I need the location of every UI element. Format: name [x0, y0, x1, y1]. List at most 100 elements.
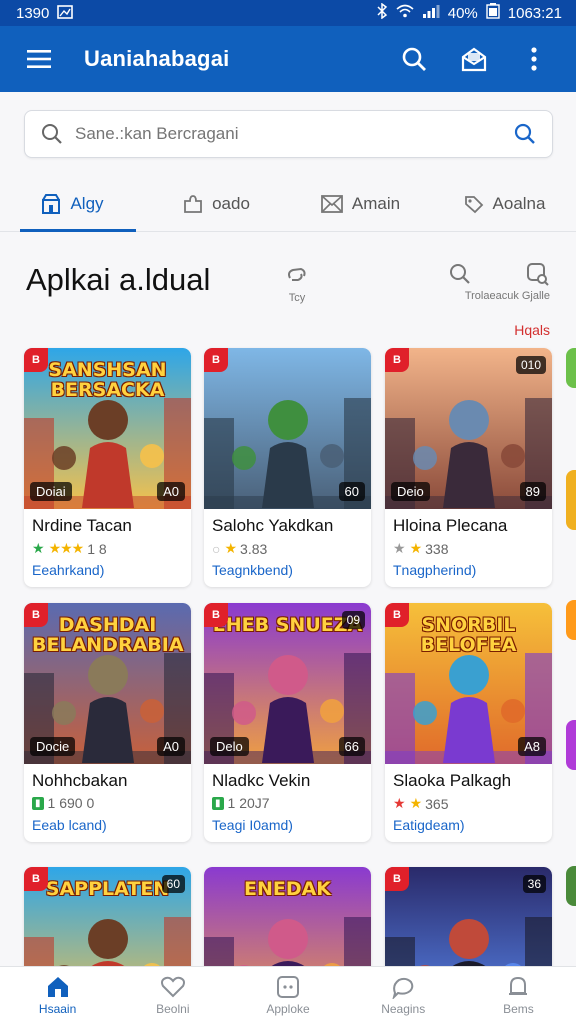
- nav-label: Bems: [503, 1002, 534, 1016]
- filter-search-icon: [527, 263, 549, 286]
- app-name: Nohhcbakan: [32, 771, 128, 790]
- app-thumbnail[interactable]: EHEB SNUEZA B 09 Delo 66: [204, 603, 371, 764]
- tab-label: Amain: [351, 193, 401, 213]
- peek-card: [566, 866, 576, 906]
- section-filter-button[interactable]: Trolaeacuk Gjalle: [450, 262, 550, 302]
- link-icon: [288, 267, 306, 281]
- search-submit-icon[interactable]: [514, 123, 536, 145]
- app-rating-value: 3.83: [240, 540, 268, 557]
- app-name: Hloina Plecana: [393, 516, 508, 535]
- thumbnail-top-label: 010: [515, 356, 546, 374]
- nav-label: Beolni: [156, 1002, 190, 1016]
- app-rating-value: 1 8: [87, 540, 107, 557]
- app-thumbnail[interactable]: DASHDAI BELANDRABIA B Docie A0: [24, 603, 191, 764]
- star-outline-icon: ○: [212, 540, 221, 557]
- section-tool-button[interactable]: Tcy: [284, 264, 310, 304]
- overflow-menu-button[interactable]: [512, 37, 556, 81]
- wifi-icon: [396, 4, 414, 22]
- app-icon: [277, 976, 299, 998]
- thumbnail-right-label: 66: [338, 737, 365, 756]
- app-thumbnail[interactable]: B 60: [204, 348, 371, 509]
- corner-badge: B: [24, 603, 48, 627]
- thumbnail-title: DASHDAI BELANDRABIA: [32, 614, 184, 656]
- category-tabs: Algy oado Amain Aoalna: [0, 176, 576, 232]
- thumbnail-right-label: A0: [157, 737, 185, 756]
- app-rating: ★ ★ 338: [393, 540, 448, 557]
- tab-label: Aoalna: [492, 193, 546, 213]
- app-bar: Uaniahabagai: [0, 26, 576, 92]
- nav-favorites[interactable]: Beolni: [115, 967, 230, 1024]
- app-link[interactable]: Eatigdeam): [393, 817, 465, 833]
- price-badge-icon: ▮: [212, 796, 224, 810]
- tab-mail[interactable]: Amain: [288, 176, 432, 231]
- corner-badge: B: [385, 603, 409, 627]
- app-card[interactable]: B 010 Deio 89 Hloina Plecana ★ ★ 338 Tnagp…: [385, 348, 552, 587]
- star-icon: ★: [393, 540, 406, 556]
- bluetooth-icon: [376, 2, 388, 23]
- app-link[interactable]: Eeab lcand): [32, 817, 107, 833]
- app-card[interactable]: B 60 Salohc Yakdkan ○ ★ 3.83 Teagnkbend): [204, 348, 371, 587]
- battery-icon: [486, 3, 500, 23]
- bottom-navigation: Hsaain Beolni Apploke Neagins Bems: [0, 966, 576, 1024]
- tab-label: Algy: [70, 193, 104, 213]
- app-name: Slaoka Palkagh: [393, 771, 512, 790]
- app-link[interactable]: Eeahrkand): [32, 562, 104, 578]
- app-card[interactable]: SANSHSAN BERSACKA B Doiai A0 Nrdine Taca…: [24, 348, 191, 587]
- search-bar: [24, 110, 553, 158]
- thumbnail-title: SNORBIL BELOFEA: [420, 614, 517, 656]
- nav-messages[interactable]: Neagins: [346, 967, 461, 1024]
- app-rating: ★ ★★★ 1 8: [32, 540, 107, 557]
- tab-games[interactable]: oado: [144, 176, 288, 231]
- app-card[interactable]: DASHDAI BELANDRABIA B Docie A0 Nohhcbaka…: [24, 603, 191, 842]
- thumbnail-title: ENEDAK: [243, 878, 332, 900]
- star-icon: ★: [409, 540, 423, 556]
- star-icon: ★: [224, 540, 237, 556]
- search-button[interactable]: [392, 37, 436, 81]
- menu-icon: [27, 50, 51, 68]
- nav-apps[interactable]: Apploke: [230, 967, 345, 1024]
- star-icon: ★★★: [48, 540, 85, 556]
- app-rating-value: 338: [425, 540, 449, 557]
- thumbnail-right-label: 60: [338, 482, 365, 501]
- app-rating: ▮ 1 20J7: [212, 795, 270, 811]
- app-thumbnail[interactable]: B 010 Deio 89: [385, 348, 552, 509]
- search-icon: [42, 124, 62, 144]
- heart-icon: [160, 976, 185, 998]
- app-thumbnail[interactable]: SANSHSAN BERSACKA B Doiai A0: [24, 348, 191, 509]
- app-card[interactable]: EHEB SNUEZA B 09 Delo 66 Nladkc Vekin ▮ 1…: [204, 603, 371, 842]
- peek-card: [566, 600, 576, 640]
- more-vertical-icon: [531, 47, 537, 71]
- app-rating-value: 1 690 0: [47, 795, 95, 811]
- corner-badge: B: [204, 348, 228, 372]
- app-link[interactable]: Tnagpherind): [393, 562, 476, 578]
- image-notification-icon: [57, 4, 74, 22]
- app-link[interactable]: Teagi I0amd): [212, 817, 293, 833]
- more-link[interactable]: Hqals: [514, 322, 550, 338]
- star-icon: ★: [409, 795, 423, 811]
- status-time: 1390: [16, 4, 50, 22]
- thumbnail-title: EHEB SNUEZA: [212, 614, 363, 636]
- star-icon: ★: [393, 795, 406, 811]
- inbox-button[interactable]: [452, 37, 496, 81]
- tab-tags[interactable]: Aoalna: [432, 176, 576, 231]
- nav-label: Apploke: [266, 1002, 310, 1016]
- app-card[interactable]: SNORBIL BELOFEA B A8 Slaoka Palkagh ★ ★ 36…: [385, 603, 552, 842]
- thumbnail-title: SANSHSAN BERSACKA: [48, 359, 167, 401]
- thumbnail-top-label: 36: [522, 875, 546, 893]
- thumbnail-title: SAPPLATEN: [45, 878, 170, 900]
- nav-notifications[interactable]: Bems: [461, 967, 576, 1024]
- menu-button[interactable]: [22, 42, 56, 76]
- app-rating: ▮ 1 690 0: [32, 795, 94, 811]
- price-badge-icon: ▮: [32, 796, 44, 810]
- nav-label: Neagins: [381, 1002, 426, 1016]
- tag-icon: [464, 195, 483, 213]
- app-title: Uaniahabagai: [84, 46, 230, 71]
- tab-apps[interactable]: Algy: [0, 176, 144, 232]
- app-thumbnail[interactable]: SNORBIL BELOFEA B A8: [385, 603, 552, 764]
- signal-icon: [422, 4, 440, 22]
- app-rating-value: 365: [425, 795, 449, 812]
- search-input[interactable]: [75, 124, 514, 144]
- nav-home[interactable]: Hsaain: [0, 967, 115, 1024]
- section-filter-label: Trolaeacuk Gjalle: [464, 290, 550, 302]
- app-link[interactable]: Teagnkbend): [212, 562, 293, 578]
